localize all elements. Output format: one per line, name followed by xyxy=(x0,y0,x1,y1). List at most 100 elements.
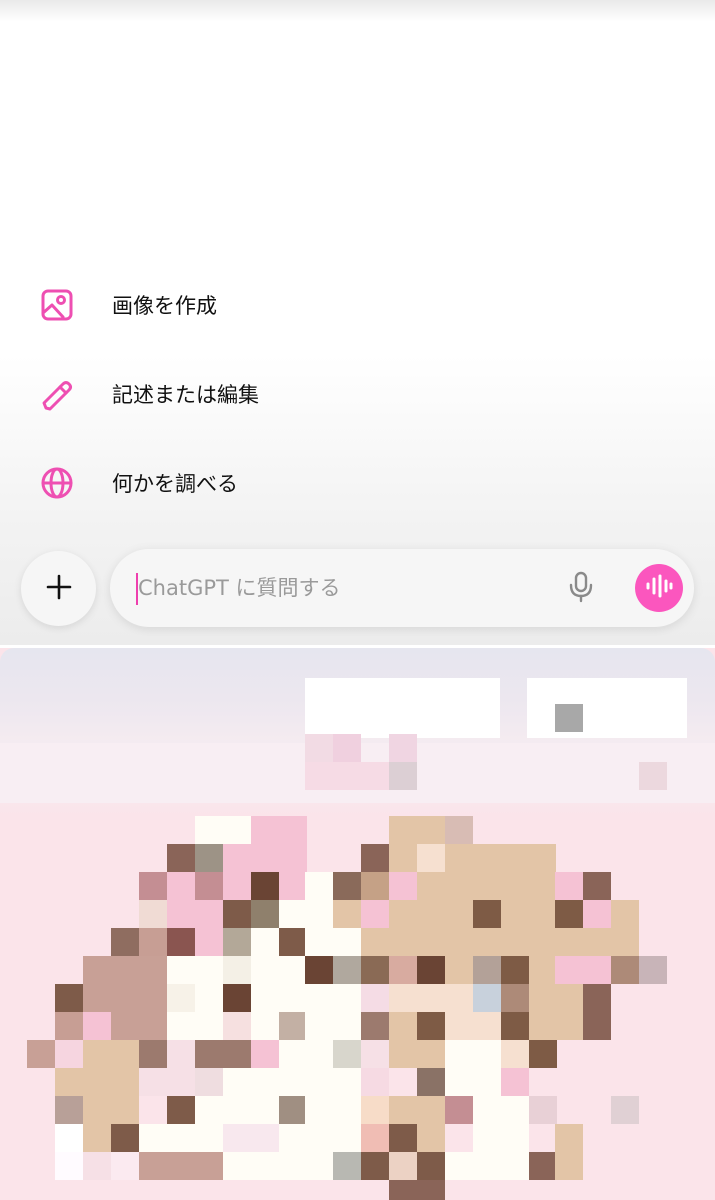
pixel-block xyxy=(361,1152,389,1180)
pixel-block xyxy=(83,1040,139,1068)
pixel-block xyxy=(83,1124,111,1152)
pixel-block xyxy=(55,1040,83,1068)
pixel-block xyxy=(305,956,333,984)
suggestion-write-or-edit[interactable]: 記述または編集 xyxy=(38,372,438,416)
pixel-block xyxy=(167,1012,223,1040)
pixel-block xyxy=(139,1152,223,1180)
voice-waveform-icon xyxy=(645,574,673,602)
pixel-block xyxy=(195,928,223,956)
pixel-block xyxy=(167,928,195,956)
pixel-block xyxy=(305,1096,361,1124)
pixel-block xyxy=(251,1040,279,1068)
dictate-button[interactable] xyxy=(564,571,598,607)
pixel-block xyxy=(195,872,223,900)
message-composer[interactable] xyxy=(110,549,694,627)
pixel-block xyxy=(167,1040,195,1068)
pixel-block xyxy=(389,1040,445,1068)
voice-mode-button[interactable] xyxy=(635,564,683,612)
pixel-block xyxy=(555,900,583,928)
pixel-block xyxy=(279,1124,361,1152)
pixel-block xyxy=(473,984,501,1012)
pixel-block xyxy=(555,1124,583,1152)
pixel-block xyxy=(167,984,195,1012)
pixel-block xyxy=(333,1040,361,1068)
pixel-block xyxy=(445,816,473,844)
pixel-block xyxy=(251,816,307,844)
suggestion-look-something-up[interactable]: 何かを調べる xyxy=(38,461,438,505)
pixel-block xyxy=(167,844,195,872)
pixel-block xyxy=(445,1096,473,1124)
pixel-block xyxy=(389,1012,417,1040)
pixel-block xyxy=(361,956,389,984)
pixel-block xyxy=(55,1124,83,1152)
pixel-block xyxy=(445,956,473,984)
pixel-block xyxy=(83,1096,139,1124)
pixel-block xyxy=(279,928,307,956)
pixel-block xyxy=(389,872,417,900)
pixel-block xyxy=(417,1012,445,1040)
pixel-block xyxy=(583,1012,611,1040)
pixel-block xyxy=(167,900,223,928)
pixel-block xyxy=(139,900,167,928)
pixel-block xyxy=(583,984,611,1012)
pixel-block xyxy=(55,1152,83,1180)
suggestion-create-image[interactable]: 画像を作成 xyxy=(38,283,438,327)
pixel-block xyxy=(611,900,639,928)
pixel-block xyxy=(361,844,389,872)
pixel-block xyxy=(389,844,417,872)
pencil-icon xyxy=(38,375,76,413)
pixel-block xyxy=(501,1040,529,1068)
pixel-block xyxy=(389,762,417,790)
pixel-block xyxy=(445,1040,501,1068)
pixel-block xyxy=(361,1124,389,1152)
pixel-block xyxy=(583,900,611,928)
suggestion-label: 画像を作成 xyxy=(112,294,217,318)
suggestion-label: 記述または編集 xyxy=(112,383,259,407)
pixel-block xyxy=(139,1068,195,1096)
pixel-block xyxy=(251,872,279,900)
pixel-block xyxy=(195,1040,251,1068)
pixel-block xyxy=(445,1012,501,1040)
pixel-block xyxy=(111,928,139,956)
attach-button[interactable] xyxy=(21,551,96,626)
pixel-block xyxy=(251,900,279,928)
pixel-block xyxy=(251,984,362,1012)
pixel-block xyxy=(529,984,585,1012)
pixel-block xyxy=(83,956,139,984)
pixel-block xyxy=(195,1096,279,1124)
pixel-block xyxy=(583,872,611,900)
pixel-block xyxy=(389,984,473,1012)
pixel-block xyxy=(361,928,639,956)
pixel-block xyxy=(305,762,389,790)
pixel-block xyxy=(167,872,195,900)
pixel-block xyxy=(251,928,279,956)
pixel-block xyxy=(501,956,529,984)
pixel-block xyxy=(55,1012,83,1040)
pixel-block xyxy=(305,678,500,738)
pixel-block xyxy=(167,956,223,984)
pixel-block xyxy=(473,1124,529,1152)
pixel-block xyxy=(473,900,501,928)
pixel-block xyxy=(195,984,223,1012)
pixel-block xyxy=(473,956,501,984)
pixel-block xyxy=(333,1152,361,1180)
pixel-block xyxy=(83,1152,111,1180)
pixel-block xyxy=(139,1124,223,1152)
pixel-block xyxy=(417,1152,445,1180)
pixel-block xyxy=(305,872,333,900)
pixel-block xyxy=(555,956,611,984)
pixel-block xyxy=(529,956,557,984)
pixel-block xyxy=(529,1040,557,1068)
pixel-block xyxy=(389,900,473,928)
pixel-block xyxy=(555,704,583,732)
pixel-block xyxy=(417,956,445,984)
pixel-block xyxy=(223,956,251,984)
pixel-block xyxy=(223,900,251,928)
pixel-block xyxy=(417,1124,445,1152)
globe-icon xyxy=(38,464,76,502)
pixel-block xyxy=(223,844,307,872)
pixel-block xyxy=(445,1152,529,1180)
pixel-block xyxy=(501,984,529,1012)
message-input[interactable] xyxy=(138,568,538,608)
pixel-block xyxy=(501,900,557,928)
